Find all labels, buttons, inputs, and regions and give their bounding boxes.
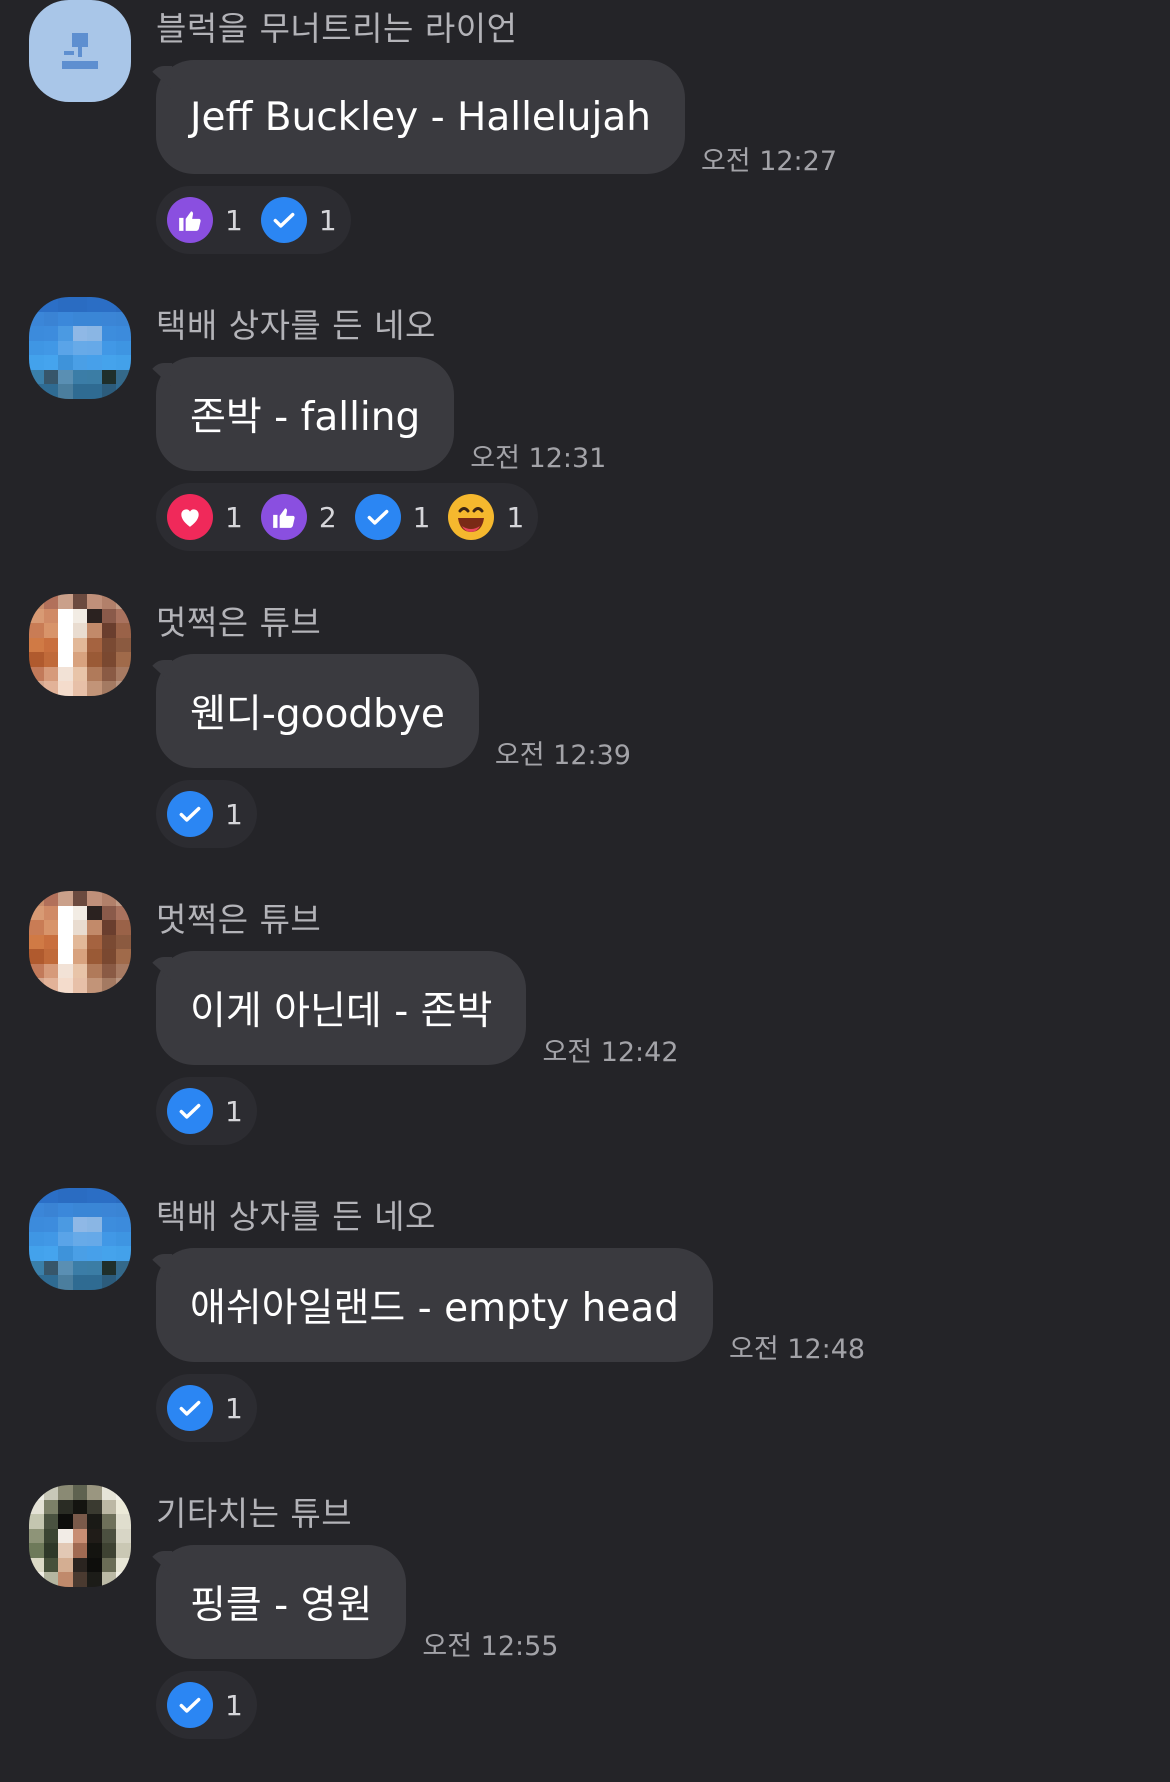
reaction-check[interactable]: 1 [167,791,243,837]
sender-name: 멋쩍은 튜브 [156,900,322,939]
avatar[interactable] [29,1485,131,1587]
reaction-check[interactable]: 1 [167,1385,243,1431]
message-time: 오전 12:27 [700,146,838,177]
chat-message: 택배 상자를 든 네오 애쉬아일랜드 - empty head 오전 12:48… [0,1188,1170,1485]
avatar[interactable] [29,594,131,696]
check-icon [167,791,213,837]
sender-name: 택배 상자를 든 네오 [156,306,436,345]
reaction-count: 1 [225,1094,243,1128]
heart-icon [167,494,213,540]
message-bubble[interactable]: Jeff Buckley - Hallelujah [156,60,685,174]
reaction-laugh[interactable]: 1 [448,494,524,540]
avatar[interactable] [29,1188,131,1290]
message-bubble[interactable]: 존박 - falling [156,357,455,471]
reaction-count: 1 [506,500,525,534]
reaction-count: 2 [318,500,337,534]
message-bubble[interactable]: 애쉬아일랜드 - empty head [156,1248,714,1362]
message-time: 오전 12:55 [422,1631,559,1662]
laugh-icon [448,494,495,540]
reaction-check[interactable]: 1 [167,1088,243,1134]
reaction-heart[interactable]: 1 [167,494,243,540]
check-icon [260,197,307,243]
chat-message-list[interactable]: 블럭을 무너트리는 라이언 Jeff Buckley - Hallelujah … [0,0,1170,1782]
reaction-bar[interactable]: 1 [156,1077,257,1145]
reaction-count: 1 [225,1391,243,1425]
chat-message: 택배 상자를 든 네오 존박 - falling 오전 12:31 1 2 1 … [0,297,1170,594]
avatar[interactable] [29,297,131,399]
message-time: 오전 12:48 [729,1334,866,1365]
message-time: 오전 12:39 [494,740,631,771]
sender-name: 멋쩍은 튜브 [156,603,322,642]
sender-name: 블럭을 무너트리는 라이언 [156,9,518,48]
chat-message: 블럭을 무너트리는 라이언 Jeff Buckley - Hallelujah … [0,0,1170,297]
avatar[interactable] [29,0,131,102]
reaction-count: 1 [225,203,243,237]
reaction-bar[interactable]: 1 [156,1671,257,1739]
sender-name: 기타치는 튜브 [156,1494,353,1533]
check-icon [354,494,401,540]
default-profile-icon [62,33,98,69]
reaction-thumbs-up[interactable]: 2 [260,494,337,540]
reaction-bar[interactable]: 1 2 1 1 [156,483,539,551]
message-bubble[interactable]: 웬디-goodbye [156,654,479,768]
chat-message: 멋쩍은 튜브 이게 아닌데 - 존박 오전 12:42 1 [0,891,1170,1188]
check-icon [167,1682,213,1728]
reaction-check[interactable]: 1 [260,197,337,243]
check-icon [167,1088,213,1134]
avatar[interactable] [29,891,131,993]
sender-name: 택배 상자를 든 네오 [156,1197,436,1236]
reaction-bar[interactable]: 1 [156,1374,257,1442]
reaction-count: 1 [225,1688,243,1722]
reaction-count: 1 [318,203,337,237]
reaction-check[interactable]: 1 [167,1682,243,1728]
reaction-thumbs-up[interactable]: 1 [167,197,243,243]
message-bubble[interactable]: 이게 아닌데 - 존박 [156,951,527,1065]
reaction-bar[interactable]: 1 1 [156,186,351,254]
reaction-bar[interactable]: 1 [156,780,257,848]
message-time: 오전 12:31 [470,443,607,474]
thumbs-up-icon [260,494,307,540]
message-bubble[interactable]: 핑클 - 영원 [156,1545,407,1659]
chat-message: 멋쩍은 튜브 웬디-goodbye 오전 12:39 1 [0,594,1170,891]
check-icon [167,1385,213,1431]
message-time: 오전 12:42 [542,1037,679,1068]
reaction-count: 1 [225,797,243,831]
reaction-count: 1 [225,500,243,534]
reaction-check[interactable]: 1 [354,494,431,540]
chat-message: 기타치는 튜브 핑클 - 영원 오전 12:55 1 [0,1485,1170,1782]
thumbs-up-icon [167,197,213,243]
reaction-count: 1 [412,500,431,534]
